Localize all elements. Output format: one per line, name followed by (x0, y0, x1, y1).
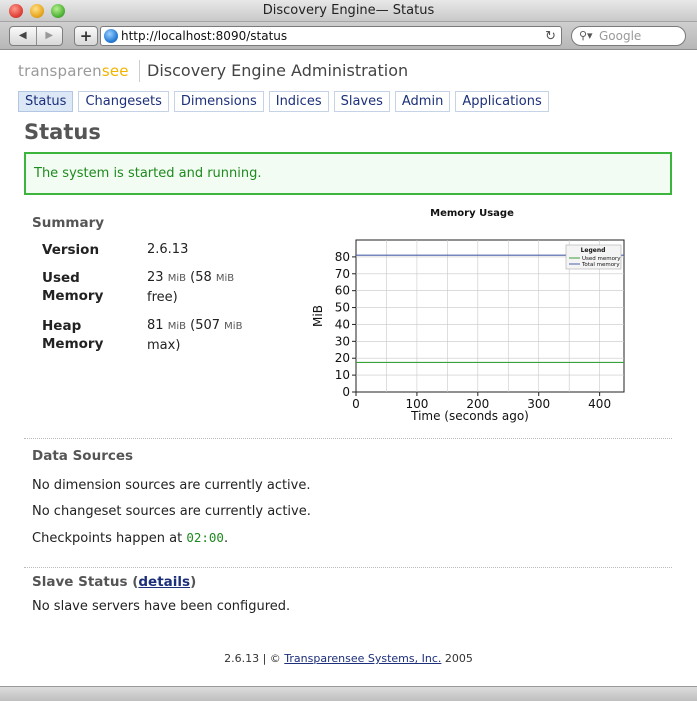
chart-title: Memory Usage (430, 208, 514, 219)
used-memory-label-line1: Used (42, 270, 80, 286)
tab-status[interactable]: Status (18, 91, 74, 112)
logo-text-part1: transparen (18, 62, 102, 80)
memory-usage-chart: 0 100 200 300 40001020304050607080Time (seco… (311, 239, 625, 423)
legend-entry: Total memory (581, 262, 620, 268)
dimension-sources-text: No dimension sources are currently activ… (32, 478, 311, 493)
section-divider-1 (24, 438, 672, 439)
logo: transparensee (18, 62, 129, 80)
y-tick-label: 70 (335, 267, 350, 281)
search-placeholder: Google (599, 29, 642, 43)
y-axis-label: MiB (311, 305, 325, 327)
close-window-button[interactable] (9, 4, 23, 18)
app-title: Discovery Engine Administration (147, 61, 409, 80)
changeset-sources-text: No changeset sources are currently activ… (32, 504, 311, 519)
page-title: Status (24, 120, 101, 144)
heap-memory-amount: 81 (147, 318, 164, 333)
page-content: transparensee Discovery Engine Administr… (0, 51, 697, 686)
slave-status-heading: Slave Status (details) (32, 574, 196, 590)
data-sources-heading: Data Sources (32, 448, 134, 464)
slave-status-label: Slave Status ( (32, 574, 139, 590)
tab-changesets[interactable]: Changesets (78, 91, 169, 112)
used-memory-label-line2: Memory (42, 288, 104, 304)
window-statusbar (0, 686, 697, 701)
y-tick-label: 0 (342, 385, 350, 399)
add-bookmark-button[interactable]: + (74, 26, 98, 46)
checkpoints-suffix: . (223, 531, 229, 546)
used-memory-unit: MiB (167, 273, 186, 284)
y-tick-label: 50 (335, 301, 350, 315)
y-tick-label: 80 (335, 250, 350, 264)
reload-icon[interactable]: ↻ (545, 27, 556, 46)
section-divider-2 (24, 567, 672, 568)
globe-icon (104, 29, 118, 43)
used-memory-value: 23 MiB (58 MiB (147, 270, 235, 285)
x-tick-label: 0 (352, 397, 360, 411)
legend-title: Legend (581, 247, 606, 254)
summary-heading: Summary (32, 215, 105, 231)
heap-memory-label-line1: Heap (42, 318, 82, 334)
address-bar[interactable]: http://localhost:8090/status ↻ (100, 26, 562, 46)
tab-dimensions[interactable]: Dimensions (173, 91, 264, 112)
free-memory-word: free) (147, 290, 178, 305)
heap-memory-unit: MiB (167, 321, 186, 332)
y-tick-label: 30 (335, 334, 350, 348)
version-label: Version (42, 242, 100, 258)
back-arrow-icon: ◀ (18, 30, 27, 41)
heap-max-word: max) (147, 338, 181, 353)
heap-max-amount: 507 (195, 318, 221, 333)
heap-memory-value: 81 MiB (507 MiB (147, 318, 243, 333)
x-tick-label: 400 (588, 397, 611, 411)
free-memory-unit: MiB (215, 273, 235, 284)
plus-icon: + (79, 27, 93, 45)
zoom-window-button[interactable] (51, 4, 65, 18)
footer-version: 2.6.13 | © (224, 652, 285, 665)
checkpoints-text: Checkpoints happen at 02:00. (32, 530, 228, 546)
tab-slaves[interactable]: Slaves (333, 91, 390, 112)
footer-year: 2005 (441, 652, 473, 665)
browser-toolbar: ◀ ▶ + http://localhost:8090/status ↻ ⚲▾ … (0, 22, 697, 50)
minimize-window-button[interactable] (30, 4, 44, 18)
main-tabs: Status Changesets Dimensions Indices Sla… (18, 91, 549, 112)
free-memory-amount: 58 (195, 270, 212, 285)
version-value: 2.6.13 (147, 242, 189, 257)
search-icon: ⚲▾ (579, 29, 593, 42)
slave-status-message: No slave servers have been configured. (32, 599, 291, 614)
nav-buttons: ◀ ▶ (9, 26, 63, 46)
checkpoints-prefix: Checkpoints happen at (32, 531, 187, 546)
slave-details-link[interactable]: details (138, 574, 190, 590)
window-title: Discovery Engine— Status (262, 3, 435, 18)
forward-button[interactable]: ▶ (35, 27, 63, 45)
tab-applications[interactable]: Applications (455, 91, 549, 112)
y-tick-label: 20 (335, 351, 350, 365)
used-memory-amount: 23 (147, 270, 164, 285)
logo-text-part2: see (101, 62, 129, 80)
forward-arrow-icon: ▶ (45, 30, 54, 41)
heap-memory-label-line2: Memory (42, 336, 104, 352)
logo-divider (139, 60, 140, 82)
x-tick-label: 300 (527, 397, 550, 411)
window-titlebar: Discovery Engine— Status (0, 0, 697, 22)
y-tick-label: 10 (335, 368, 350, 382)
footer: 2.6.13 | © Transparensee Systems, Inc. 2… (0, 652, 697, 665)
tab-admin[interactable]: Admin (394, 91, 451, 112)
status-alert: The system is started and running. (24, 152, 672, 195)
y-tick-label: 60 (335, 284, 350, 298)
x-axis-label: Time (seconds ago) (410, 409, 529, 423)
heap-max-unit: MiB (224, 321, 243, 332)
checkpoint-time: 02:00 (186, 530, 224, 545)
url-text[interactable]: http://localhost:8090/status (121, 27, 287, 46)
y-tick-label: 40 (335, 317, 350, 331)
search-field[interactable]: ⚲▾ Google (571, 26, 686, 46)
company-link[interactable]: Transparensee Systems, Inc. (284, 652, 441, 665)
tab-indices[interactable]: Indices (268, 91, 329, 112)
back-button[interactable]: ◀ (10, 27, 36, 45)
slave-status-paren: ) (190, 574, 197, 590)
